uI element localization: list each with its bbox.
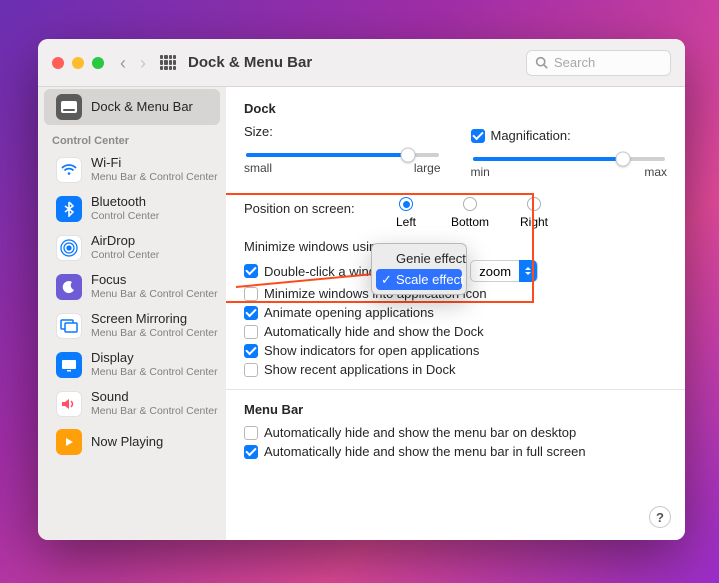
position-radio-bottom[interactable]	[463, 197, 477, 211]
position-radio-left[interactable]	[399, 197, 413, 211]
minimize-effect-menu[interactable]: Genie effect Scale effect	[371, 243, 467, 295]
sidebar-item-screenmirroring[interactable]: Screen MirroringMenu Bar & Control Cente…	[44, 307, 220, 344]
sidebar-item-airdrop[interactable]: AirDropControl Center	[44, 229, 220, 266]
indicators-checkbox[interactable]	[244, 344, 258, 358]
autohide-menubar-fullscreen-checkbox[interactable]	[244, 445, 258, 459]
sidebar-item-bluetooth[interactable]: BluetoothControl Center	[44, 190, 220, 227]
magnification-checkbox[interactable]	[471, 129, 485, 143]
close-button[interactable]	[52, 57, 64, 69]
chevron-updown-icon	[519, 260, 537, 282]
position-label: Position on screen:	[244, 197, 374, 216]
search-field[interactable]: Search	[526, 50, 671, 76]
nav-buttons: ‹ ›	[120, 54, 146, 72]
sidebar-item-dock-menubar[interactable]: Dock & Menu Bar	[44, 89, 220, 125]
main-panel: Dock Size: smalllarge Magnification:	[226, 87, 685, 540]
size-label: Size:	[244, 124, 273, 139]
menu-option-scale[interactable]: Scale effect	[376, 269, 462, 290]
help-button[interactable]: ?	[649, 506, 671, 528]
magnification-label: Magnification:	[491, 128, 571, 143]
menu-option-genie[interactable]: Genie effect	[376, 248, 462, 269]
search-placeholder: Search	[554, 55, 595, 70]
section-title-dock: Dock	[244, 101, 667, 116]
titlebar: ‹ › Dock & Menu Bar Search	[38, 39, 685, 87]
dock-icon	[56, 94, 82, 120]
sidebar[interactable]: Dock & Menu Bar Control Center Wi-FiMenu…	[38, 87, 226, 540]
screen-mirroring-icon	[56, 313, 82, 339]
preferences-window: ‹ › Dock & Menu Bar Search Dock & Menu B…	[38, 39, 685, 540]
sidebar-header-controlcenter: Control Center	[38, 127, 226, 149]
magnification-slider[interactable]	[473, 157, 666, 161]
back-button[interactable]: ‹	[120, 54, 126, 72]
display-icon	[56, 352, 82, 378]
section-title-menubar: Menu Bar	[244, 402, 667, 417]
show-all-button[interactable]	[160, 55, 176, 71]
minimize-label: Minimize windows using	[244, 239, 383, 254]
forward-button[interactable]: ›	[140, 54, 146, 72]
search-icon	[535, 56, 548, 69]
autohide-dock-checkbox[interactable]	[244, 325, 258, 339]
window-controls	[52, 57, 104, 69]
sound-icon	[56, 391, 82, 417]
doubleclick-select[interactable]: zoom	[470, 260, 538, 282]
position-radio-right[interactable]	[527, 197, 541, 211]
window-title: Dock & Menu Bar	[188, 54, 312, 71]
now-playing-icon	[56, 429, 82, 455]
recent-apps-checkbox[interactable]	[244, 363, 258, 377]
animate-checkbox[interactable]	[244, 306, 258, 320]
sidebar-item-sound[interactable]: SoundMenu Bar & Control Center	[44, 385, 220, 422]
airdrop-icon	[56, 235, 82, 261]
zoom-button[interactable]	[92, 57, 104, 69]
sidebar-item-nowplaying[interactable]: Now Playing	[44, 424, 220, 460]
bluetooth-icon	[56, 196, 82, 222]
size-slider[interactable]	[246, 153, 439, 157]
focus-icon	[56, 274, 82, 300]
sidebar-item-display[interactable]: DisplayMenu Bar & Control Center	[44, 346, 220, 383]
wifi-icon	[56, 157, 82, 183]
sidebar-item-wifi[interactable]: Wi-FiMenu Bar & Control Center	[44, 151, 220, 188]
autohide-menubar-desktop-checkbox[interactable]	[244, 426, 258, 440]
minimize-button[interactable]	[72, 57, 84, 69]
sidebar-item-focus[interactable]: FocusMenu Bar & Control Center	[44, 268, 220, 305]
